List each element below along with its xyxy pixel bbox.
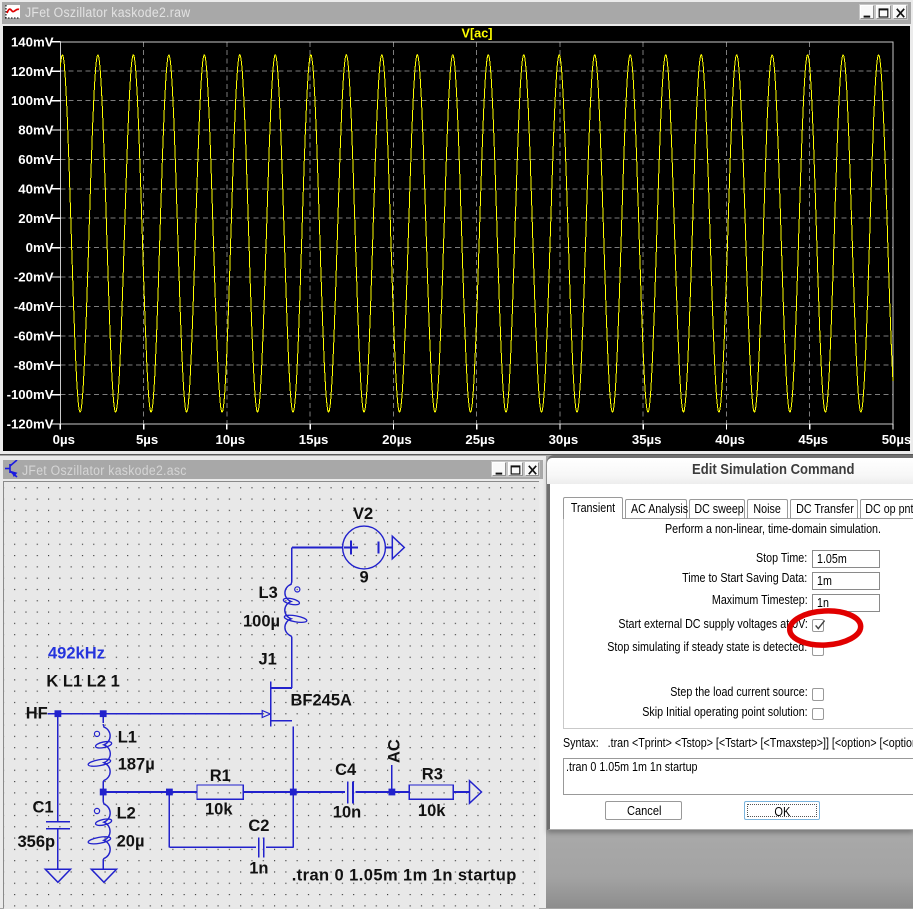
svg-text:30µs: 30µs bbox=[549, 432, 579, 447]
svg-text:10n: 10n bbox=[333, 804, 361, 822]
svg-text:V[ac]: V[ac] bbox=[462, 26, 493, 41]
svg-text:L3: L3 bbox=[259, 584, 278, 602]
svg-text:20µs: 20µs bbox=[382, 432, 412, 447]
svg-text:AC: AC bbox=[386, 739, 404, 763]
svg-text:25µs: 25µs bbox=[465, 432, 495, 447]
svg-text:R1: R1 bbox=[210, 767, 231, 785]
svg-text:-40mV: -40mV bbox=[14, 299, 54, 314]
svg-text:0mV: 0mV bbox=[26, 240, 54, 255]
svg-text:9: 9 bbox=[360, 569, 369, 587]
svg-text:C1: C1 bbox=[33, 799, 54, 817]
svg-text:1n: 1n bbox=[249, 859, 268, 877]
svg-text:10k: 10k bbox=[418, 802, 446, 820]
svg-text:492kHz: 492kHz bbox=[48, 645, 105, 663]
svg-text:5µs: 5µs bbox=[136, 432, 158, 447]
svg-text:-100mV: -100mV bbox=[7, 387, 54, 402]
svg-text:80mV: 80mV bbox=[18, 123, 53, 138]
svg-text:R3: R3 bbox=[422, 765, 443, 783]
svg-text:100µ: 100µ bbox=[243, 612, 280, 630]
svg-text:356p: 356p bbox=[18, 833, 56, 851]
svg-text:0µs: 0µs bbox=[53, 432, 75, 447]
svg-text:60mV: 60mV bbox=[18, 152, 53, 167]
svg-text:-80mV: -80mV bbox=[14, 358, 54, 373]
svg-text:-20mV: -20mV bbox=[14, 270, 54, 285]
svg-text:40µs: 40µs bbox=[715, 432, 745, 447]
svg-text:15µs: 15µs bbox=[299, 432, 329, 447]
svg-text:J1: J1 bbox=[259, 651, 277, 669]
svg-text:V2: V2 bbox=[353, 505, 373, 523]
svg-text:L2: L2 bbox=[117, 805, 136, 823]
svg-text:100mV: 100mV bbox=[11, 93, 54, 108]
svg-text:140mV: 140mV bbox=[11, 34, 54, 49]
svg-text:20mV: 20mV bbox=[18, 211, 53, 226]
svg-text:C2: C2 bbox=[248, 817, 269, 835]
svg-text:C4: C4 bbox=[335, 761, 357, 779]
svg-text:45µs: 45µs bbox=[798, 432, 828, 447]
svg-text:20µ: 20µ bbox=[117, 832, 145, 850]
svg-text:10µs: 10µs bbox=[215, 432, 245, 447]
svg-text:50µs: 50µs bbox=[882, 432, 912, 447]
svg-text:BF245A: BF245A bbox=[291, 692, 353, 710]
svg-text:.tran 0 1.05m 1m 1n startup: .tran 0 1.05m 1m 1n startup bbox=[292, 866, 517, 884]
svg-text:35µs: 35µs bbox=[632, 432, 662, 447]
svg-text:-120mV: -120mV bbox=[7, 417, 54, 432]
svg-text:L1: L1 bbox=[118, 729, 137, 747]
svg-text:10k: 10k bbox=[205, 800, 233, 818]
svg-text:40mV: 40mV bbox=[18, 181, 53, 196]
svg-text:-60mV: -60mV bbox=[14, 328, 54, 343]
svg-text:120mV: 120mV bbox=[11, 64, 54, 79]
svg-text:HF: HF bbox=[26, 705, 48, 723]
svg-text:187µ: 187µ bbox=[118, 756, 155, 774]
svg-text:K L1 L2 1: K L1 L2 1 bbox=[46, 673, 119, 691]
